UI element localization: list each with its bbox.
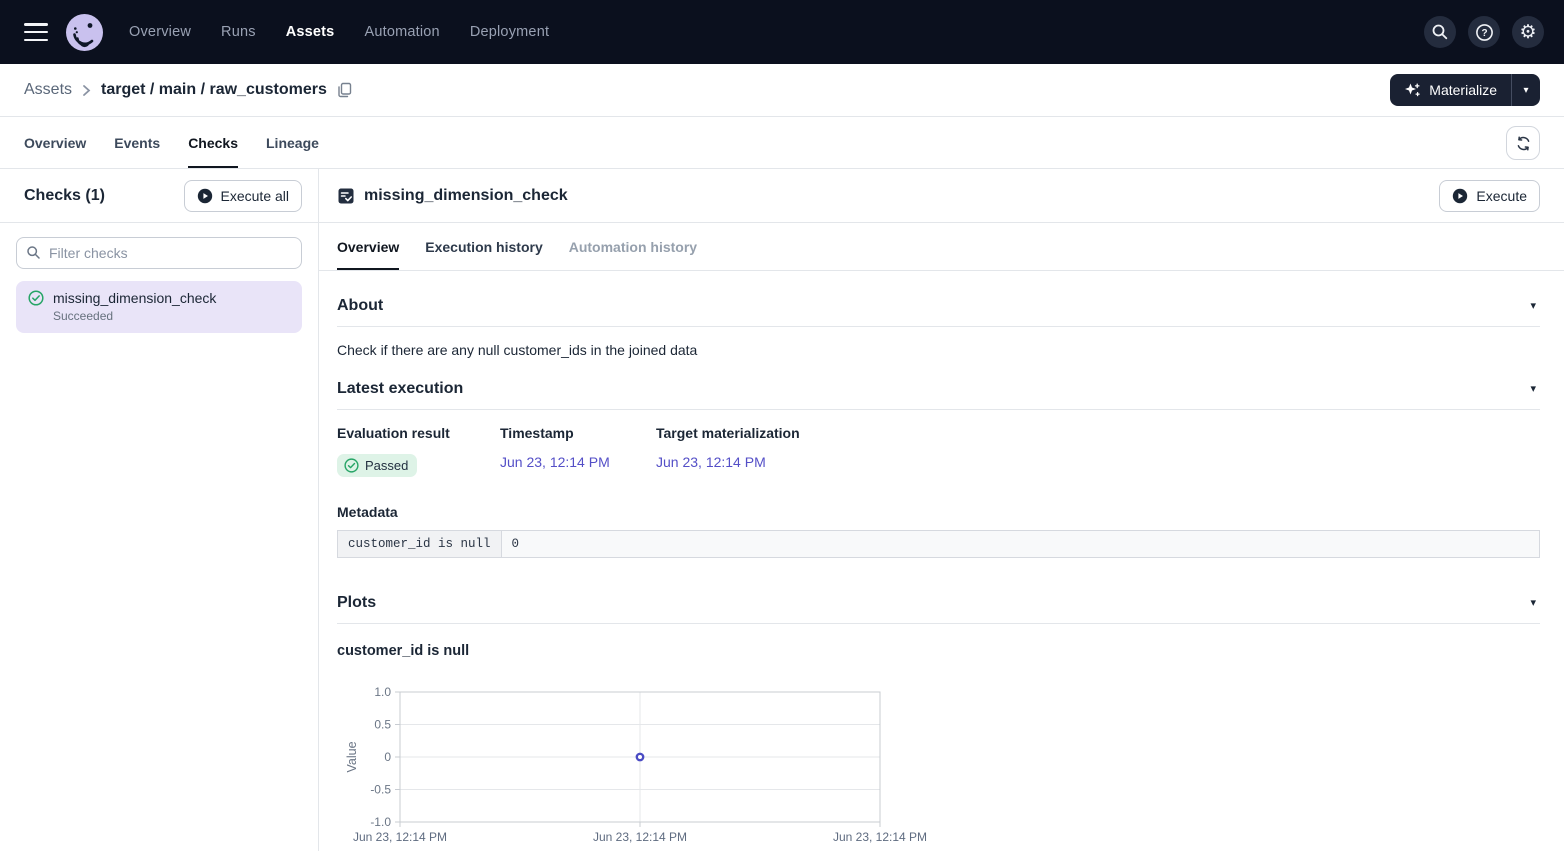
- chevron-down-icon: ▾: [1530, 383, 1536, 395]
- check-circle-icon: [344, 458, 359, 473]
- execute-all-button[interactable]: Execute all: [184, 180, 302, 212]
- materialize-label: Materialize: [1429, 82, 1497, 98]
- metadata-heading: Metadata: [337, 504, 1540, 520]
- tab-automation-history[interactable]: Automation history: [569, 223, 697, 270]
- about-section-header: About ▾: [337, 285, 1540, 327]
- tab-checks[interactable]: Checks: [188, 117, 238, 168]
- gear-icon: ⚙: [1519, 23, 1536, 42]
- value-scatter-chart: 1.00.50-0.5-1.0Jun 23, 12:14 PMJun 23, 1…: [345, 684, 1540, 849]
- svg-text:-0.5: -0.5: [370, 783, 391, 797]
- copy-path-button[interactable]: [337, 82, 352, 98]
- svg-text:Jun 23, 12:14 PM: Jun 23, 12:14 PM: [833, 830, 927, 844]
- search-icon: [26, 245, 41, 265]
- evaluation-result-label: Evaluation result: [337, 425, 500, 441]
- main-nav-links: Overview Runs Assets Automation Deployme…: [129, 24, 549, 40]
- plots-section-header: Plots ▾: [337, 582, 1540, 624]
- metadata-table: customer_id is null 0: [337, 530, 1540, 558]
- metadata-row: customer_id is null 0: [338, 531, 1540, 558]
- plots-heading: Plots: [337, 594, 376, 612]
- copy-icon: [337, 82, 352, 98]
- top-nav: Overview Runs Assets Automation Deployme…: [0, 0, 1564, 64]
- tab-check-overview[interactable]: Overview: [337, 223, 399, 270]
- nav-item-overview[interactable]: Overview: [129, 24, 191, 40]
- about-heading: About: [337, 297, 383, 315]
- chevron-down-icon: ▾: [1530, 597, 1536, 609]
- help-button[interactable]: ?: [1468, 16, 1500, 48]
- latest-execution-heading: Latest execution: [337, 380, 463, 398]
- latest-execution-section-header: Latest execution ▾: [337, 368, 1540, 410]
- svg-text:Jun 23, 12:14 PM: Jun 23, 12:14 PM: [593, 830, 687, 844]
- collapse-plots-button[interactable]: ▾: [1526, 596, 1540, 609]
- execute-all-label: Execute all: [221, 188, 289, 204]
- refresh-button[interactable]: [1506, 126, 1540, 160]
- target-materialization-link[interactable]: Jun 23, 12:14 PM: [656, 454, 766, 470]
- passed-label: Passed: [365, 458, 408, 473]
- check-status: Succeeded: [53, 309, 290, 323]
- timestamp-link[interactable]: Jun 23, 12:14 PM: [500, 454, 610, 470]
- execute-label: Execute: [1476, 188, 1527, 204]
- collapse-latest-execution-button[interactable]: ▾: [1526, 382, 1540, 395]
- plot-title: customer_id is null: [337, 643, 1540, 659]
- play-icon: [197, 188, 213, 204]
- tab-lineage[interactable]: Lineage: [266, 117, 319, 168]
- timestamp-label: Timestamp: [500, 425, 656, 441]
- about-description: Check if there are any null customer_ids…: [337, 342, 1540, 358]
- svg-text:?: ?: [1481, 28, 1487, 39]
- materialize-split-button: Materialize ▾: [1390, 74, 1540, 106]
- svg-text:Jun 23, 12:14 PM: Jun 23, 12:14 PM: [353, 830, 447, 844]
- tab-events[interactable]: Events: [114, 117, 160, 168]
- target-materialization-label: Target materialization: [656, 425, 800, 441]
- checks-panel-title: Checks (1): [24, 187, 105, 205]
- chevron-down-icon: ▾: [1523, 85, 1528, 96]
- search-icon: [1431, 23, 1449, 41]
- breadcrumb-assets-link[interactable]: Assets: [24, 81, 72, 99]
- asset-check-icon: [337, 187, 355, 205]
- help-icon: ?: [1475, 23, 1494, 42]
- check-detail-title: missing_dimension_check: [364, 187, 568, 205]
- check-circle-icon: [28, 290, 44, 306]
- chevron-down-icon: ▾: [1530, 300, 1536, 312]
- check-name: missing_dimension_check: [53, 290, 216, 306]
- svg-text:-1.0: -1.0: [370, 815, 391, 829]
- nav-item-assets[interactable]: Assets: [286, 24, 335, 40]
- asset-tab-bar: Overview Events Checks Lineage: [0, 117, 1564, 168]
- sparkle-icon: [1404, 82, 1421, 99]
- settings-button[interactable]: ⚙: [1512, 16, 1544, 48]
- check-detail-tab-bar: Overview Execution history Automation hi…: [319, 223, 1564, 271]
- svg-text:1.0: 1.0: [374, 685, 391, 699]
- dagster-logo-icon[interactable]: [66, 14, 103, 51]
- materialize-dropdown-button[interactable]: ▾: [1512, 74, 1540, 106]
- refresh-icon: [1515, 135, 1532, 152]
- passed-status-badge: Passed: [337, 454, 417, 477]
- check-detail-panel: missing_dimension_check Execute Overview…: [319, 169, 1564, 851]
- hamburger-menu-icon[interactable]: [24, 23, 48, 41]
- tab-overview[interactable]: Overview: [24, 117, 86, 168]
- nav-item-automation[interactable]: Automation: [364, 24, 439, 40]
- checks-sidebar: Checks (1) Execute all: [0, 169, 319, 851]
- chevron-right-icon: [82, 84, 91, 97]
- materialize-button[interactable]: Materialize: [1390, 74, 1511, 106]
- metadata-value: 0: [501, 531, 1539, 558]
- metadata-key: customer_id is null: [338, 531, 502, 558]
- play-icon: [1452, 188, 1468, 204]
- search-button[interactable]: [1424, 16, 1456, 48]
- nav-item-runs[interactable]: Runs: [221, 24, 256, 40]
- breadcrumb-asset-path: target / main / raw_customers: [101, 81, 327, 99]
- svg-text:0.5: 0.5: [374, 718, 391, 732]
- svg-text:0: 0: [384, 750, 391, 764]
- execute-button[interactable]: Execute: [1439, 180, 1540, 212]
- check-list-item[interactable]: missing_dimension_check Succeeded: [16, 281, 302, 333]
- svg-text:Value: Value: [345, 741, 359, 772]
- nav-item-deployment[interactable]: Deployment: [470, 24, 549, 40]
- breadcrumb-bar: Assets target / main / raw_customers Mat…: [0, 64, 1564, 116]
- filter-checks-input[interactable]: [16, 237, 302, 269]
- collapse-about-button[interactable]: ▾: [1526, 299, 1540, 312]
- tab-execution-history[interactable]: Execution history: [425, 223, 542, 270]
